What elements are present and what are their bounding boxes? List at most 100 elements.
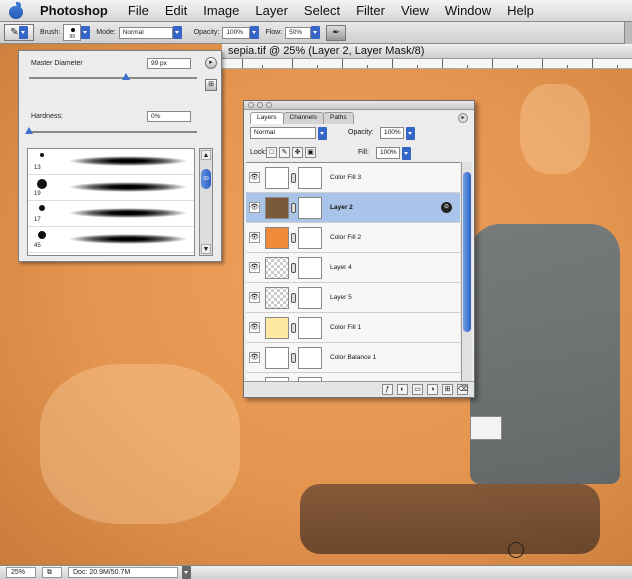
brush-list-scroll-thumb[interactable]: 99 bbox=[201, 169, 211, 189]
menu-layer[interactable]: Layer bbox=[247, 3, 296, 18]
brush-preset-row[interactable]: 19 bbox=[28, 175, 194, 201]
menu-help[interactable]: Help bbox=[499, 3, 542, 18]
eye-icon[interactable]: 👁 bbox=[249, 352, 260, 363]
link-icon[interactable] bbox=[291, 263, 296, 273]
brush-preset-row[interactable]: 45 bbox=[28, 227, 194, 253]
zoom-icon[interactable] bbox=[266, 102, 272, 108]
layer-mask-thumbnail[interactable] bbox=[298, 227, 322, 249]
brush-dropdown-icon[interactable] bbox=[81, 26, 91, 39]
new-layer-icon[interactable]: ⊞ bbox=[442, 384, 453, 395]
flow-input[interactable]: 50% bbox=[285, 26, 312, 39]
layer-row[interactable]: 👁 Layer 4 bbox=[246, 253, 460, 283]
close-icon[interactable] bbox=[248, 102, 254, 108]
menu-image[interactable]: Image bbox=[195, 3, 247, 18]
tab-channels[interactable]: Channels bbox=[282, 112, 324, 124]
flow-dropdown-icon[interactable] bbox=[311, 26, 321, 39]
blend-mode-select[interactable]: Normal bbox=[250, 127, 316, 139]
document-title[interactable]: sepia.tif @ 25% (Layer 2, Layer Mask/8) bbox=[222, 44, 632, 59]
lock-all-icon[interactable]: ▣ bbox=[305, 147, 316, 158]
master-diameter-input[interactable]: 99 px bbox=[147, 58, 191, 69]
brush-preset-row[interactable] bbox=[28, 253, 194, 255]
layer-mask-thumbnail[interactable] bbox=[298, 257, 322, 279]
layer-opacity-dropdown-icon[interactable] bbox=[406, 127, 415, 140]
layer-row[interactable]: 👁 Color Fill 1 bbox=[246, 313, 460, 343]
status-icon[interactable]: ⧉ bbox=[42, 567, 62, 578]
menu-select[interactable]: Select bbox=[296, 3, 348, 18]
link-icon[interactable] bbox=[291, 293, 296, 303]
layer-row[interactable]: 👁 Layer 2 ⊘ bbox=[246, 193, 460, 223]
eye-icon[interactable]: 👁 bbox=[249, 292, 260, 303]
tab-paths[interactable]: Paths bbox=[322, 112, 354, 124]
zoom-level[interactable]: 25% bbox=[6, 567, 36, 578]
link-icon[interactable] bbox=[291, 203, 296, 213]
layer-mask-thumbnail[interactable] bbox=[298, 197, 322, 219]
tab-layers[interactable]: Layers bbox=[250, 112, 284, 124]
menu-app[interactable]: Photoshop bbox=[36, 3, 120, 18]
mode-dropdown-icon[interactable] bbox=[172, 26, 182, 39]
layer-list-scrollbar[interactable] bbox=[461, 162, 472, 381]
layer-opacity-input[interactable]: 100% bbox=[380, 127, 404, 139]
menu-window[interactable]: Window bbox=[437, 3, 499, 18]
eye-icon[interactable]: 👁 bbox=[249, 322, 260, 333]
menu-view[interactable]: View bbox=[393, 3, 437, 18]
brush-preset-row[interactable]: 13 bbox=[28, 149, 194, 175]
layers-panel-titlebar[interactable] bbox=[244, 101, 474, 110]
layer-name: Color Balance 1 bbox=[330, 354, 377, 361]
fill-dropdown-icon[interactable] bbox=[402, 147, 411, 160]
brush-preset-row[interactable]: 17 bbox=[28, 201, 194, 227]
layer-row[interactable]: 👁 Layer 5 bbox=[246, 283, 460, 313]
eye-icon[interactable]: 👁 bbox=[249, 202, 260, 213]
brush-tool-preset-button[interactable]: ✎ bbox=[4, 24, 34, 41]
minimize-icon[interactable] bbox=[257, 102, 263, 108]
master-diameter-slider-knob[interactable] bbox=[122, 73, 131, 80]
adjustment-layer-icon[interactable]: ◑ bbox=[427, 384, 438, 395]
add-mask-icon[interactable]: ◐ bbox=[397, 384, 408, 395]
layer-mask-thumbnail[interactable] bbox=[298, 347, 322, 369]
eye-icon[interactable]: 👁 bbox=[249, 232, 260, 243]
lock-position-icon[interactable]: ✥ bbox=[292, 147, 303, 158]
new-set-icon[interactable]: ▭ bbox=[412, 384, 423, 395]
eye-icon[interactable]: 👁 bbox=[249, 172, 260, 183]
airbrush-toggle-button[interactable]: ✒ bbox=[326, 24, 347, 41]
hardness-input[interactable]: 0% bbox=[147, 111, 191, 122]
scroll-down-icon[interactable]: ▼ bbox=[201, 244, 211, 254]
layer-mask-thumbnail[interactable] bbox=[298, 287, 322, 309]
layer-mask-thumbnail[interactable] bbox=[298, 167, 322, 189]
master-diameter-slider[interactable] bbox=[29, 73, 197, 80]
palette-well[interactable] bbox=[624, 21, 632, 44]
trash-icon[interactable]: ⌫ bbox=[457, 384, 468, 395]
layer-list-scroll-thumb[interactable] bbox=[463, 172, 471, 332]
panel-menu-icon[interactable]: ▸ bbox=[458, 113, 468, 123]
menu-filter[interactable]: Filter bbox=[348, 3, 393, 18]
hardness-slider[interactable] bbox=[25, 127, 197, 134]
link-icon[interactable] bbox=[291, 323, 296, 333]
layer-row[interactable]: 👁 Color Fill 3 bbox=[246, 163, 460, 193]
new-preset-icon[interactable]: ⊞ bbox=[205, 79, 217, 91]
blend-mode-dropdown-icon[interactable] bbox=[318, 127, 327, 140]
layer-row[interactable]: 👁 Color Balance 1 bbox=[246, 343, 460, 373]
layer-style-icon[interactable]: ƒ bbox=[382, 384, 393, 395]
fill-input[interactable]: 100% bbox=[376, 147, 400, 159]
hardness-slider-knob[interactable] bbox=[25, 127, 33, 134]
opacity-dropdown-icon[interactable] bbox=[250, 26, 260, 39]
eye-icon[interactable]: 👁 bbox=[249, 262, 260, 273]
mode-select[interactable]: Normal bbox=[118, 26, 173, 39]
opacity-input[interactable]: 100% bbox=[222, 26, 251, 39]
layer-mask-thumbnail[interactable] bbox=[298, 317, 322, 339]
menu-file[interactable]: File bbox=[120, 3, 157, 18]
lock-transparency-icon[interactable]: □ bbox=[266, 147, 277, 158]
lock-image-icon[interactable]: ✎ bbox=[279, 147, 290, 158]
brush-preset-list[interactable]: 13 19 17 45 bbox=[27, 148, 195, 256]
layer-row[interactable]: 👁Channel Mixer 1 bbox=[246, 373, 460, 381]
link-icon[interactable] bbox=[291, 233, 296, 243]
link-icon[interactable] bbox=[291, 353, 296, 363]
panel-menu-arrow-icon[interactable]: ▸ bbox=[205, 57, 217, 69]
link-icon[interactable] bbox=[291, 173, 296, 183]
brush-list-scrollbar[interactable]: ▲ 99 ▼ bbox=[199, 148, 213, 256]
brush-preview[interactable]: 99 bbox=[63, 24, 82, 41]
apple-icon[interactable] bbox=[6, 1, 28, 20]
scroll-up-icon[interactable]: ▲ bbox=[201, 150, 211, 160]
layer-row[interactable]: 👁 Color Fill 2 bbox=[246, 223, 460, 253]
menu-edit[interactable]: Edit bbox=[157, 3, 195, 18]
status-menu-icon[interactable] bbox=[182, 566, 191, 579]
